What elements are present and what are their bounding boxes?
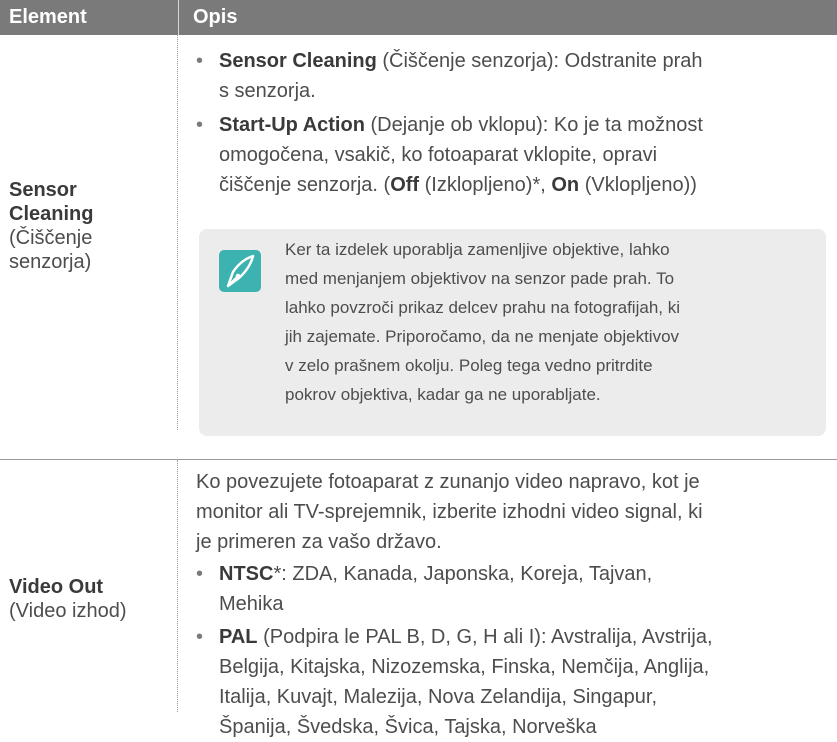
bullet-icon: • (196, 626, 204, 648)
row-divider (0, 459, 837, 460)
item-title: Start-Up Action (219, 114, 365, 136)
row-label-sensor-cleaning: Sensor Cleaning (Čiščenje senzorja) (0, 178, 177, 274)
description-line: monitor ali TV-sprejemnik, izberite izho… (196, 501, 703, 523)
item-text: (Podpira le PAL B, D, G, H ali I): Avstr… (257, 626, 713, 648)
note-box: Ker ta izdelek uporablja zamenljive obje… (199, 229, 826, 436)
note-line: jih zajemate. Priporočamo, da ne menjate… (285, 327, 680, 346)
item-text: (Dejanje ob vklopu): Ko je ta možnost (370, 114, 703, 136)
pen-nib-icon (219, 250, 261, 292)
item-text: čiščenje senzorja. ( (219, 174, 391, 196)
description-line: Ko povezujete fotoaparat z zunanjo video… (196, 471, 700, 493)
list-item: • NTSC*: ZDA, Kanada, Japonska, Koreja, … (196, 559, 826, 619)
item-title: NTSC (219, 563, 274, 585)
label-sub-line: senzorja) (9, 251, 92, 273)
option-off: Off (390, 174, 420, 196)
note-text: Ker ta izdelek uporablja zamenljive obje… (285, 235, 805, 409)
item-text: Mehika (219, 593, 284, 615)
video-out-description: Ko povezujete fotoaparat z zunanjo video… (196, 467, 826, 557)
list-item: • Start-Up Action (Dejanje ob vklopu): K… (196, 110, 826, 200)
column-divider (177, 35, 178, 430)
note-line: Ker ta izdelek uporablja zamenljive obje… (285, 240, 670, 259)
list-item: • Sensor Cleaning (Čiščenje senzorja): O… (196, 46, 826, 106)
item-text: (Čiščenje senzorja): Odstranite prah (382, 50, 703, 72)
option-on-text: (Vklopljeno)) (579, 174, 697, 196)
item-text: s senzorja. (219, 80, 316, 102)
note-line: pokrov objektiva, kadar ga ne uporabljat… (285, 385, 601, 404)
label-bold-line: Video Out (9, 576, 104, 598)
item-text: *: ZDA, Kanada, Japonska, Koreja, Tajvan… (273, 563, 653, 585)
item-title: PAL (219, 626, 258, 648)
item-text: omogočena, vsakič, ko fotoaparat vklopit… (219, 144, 658, 166)
note-line: v zelo prašnem okolju. Poleg tega vedno … (285, 356, 653, 375)
bullet-icon: • (196, 114, 204, 136)
label-sub-line: (Video izhod) (9, 600, 127, 622)
note-line: lahko povzroči prikaz delcev prahu na fo… (285, 298, 680, 317)
item-text: Španija, Švedska, Švica, Tajska, Norvešk… (219, 716, 597, 738)
item-text: Italija, Kuvajt, Malezija, Nova Zelandij… (219, 686, 658, 708)
column-divider (177, 460, 178, 712)
header-opis: Opis (178, 0, 237, 35)
option-on: On (551, 174, 580, 196)
item-title: Sensor Cleaning (219, 50, 377, 72)
bullet-icon: • (196, 563, 204, 585)
list-item: • PAL (Podpira le PAL B, D, G, H ali I):… (196, 622, 826, 742)
label-sub-line: (Čiščenje (9, 227, 93, 249)
bullet-icon: • (196, 50, 204, 72)
option-off-text: (Izklopljeno)*, (419, 174, 552, 196)
row-label-video-out: Video Out (Video izhod) (0, 575, 177, 623)
note-line: med menjanjem objektivov na senzor pade … (285, 269, 675, 288)
label-bold-line: Cleaning (9, 203, 94, 225)
description-line: je primeren za vašo državo. (196, 531, 442, 553)
item-text: Belgija, Kitajska, Nizozemska, Finska, N… (219, 656, 710, 678)
label-bold-line: Sensor (9, 179, 77, 201)
table-header: Element Opis (0, 0, 837, 35)
header-element: Element (9, 6, 87, 28)
